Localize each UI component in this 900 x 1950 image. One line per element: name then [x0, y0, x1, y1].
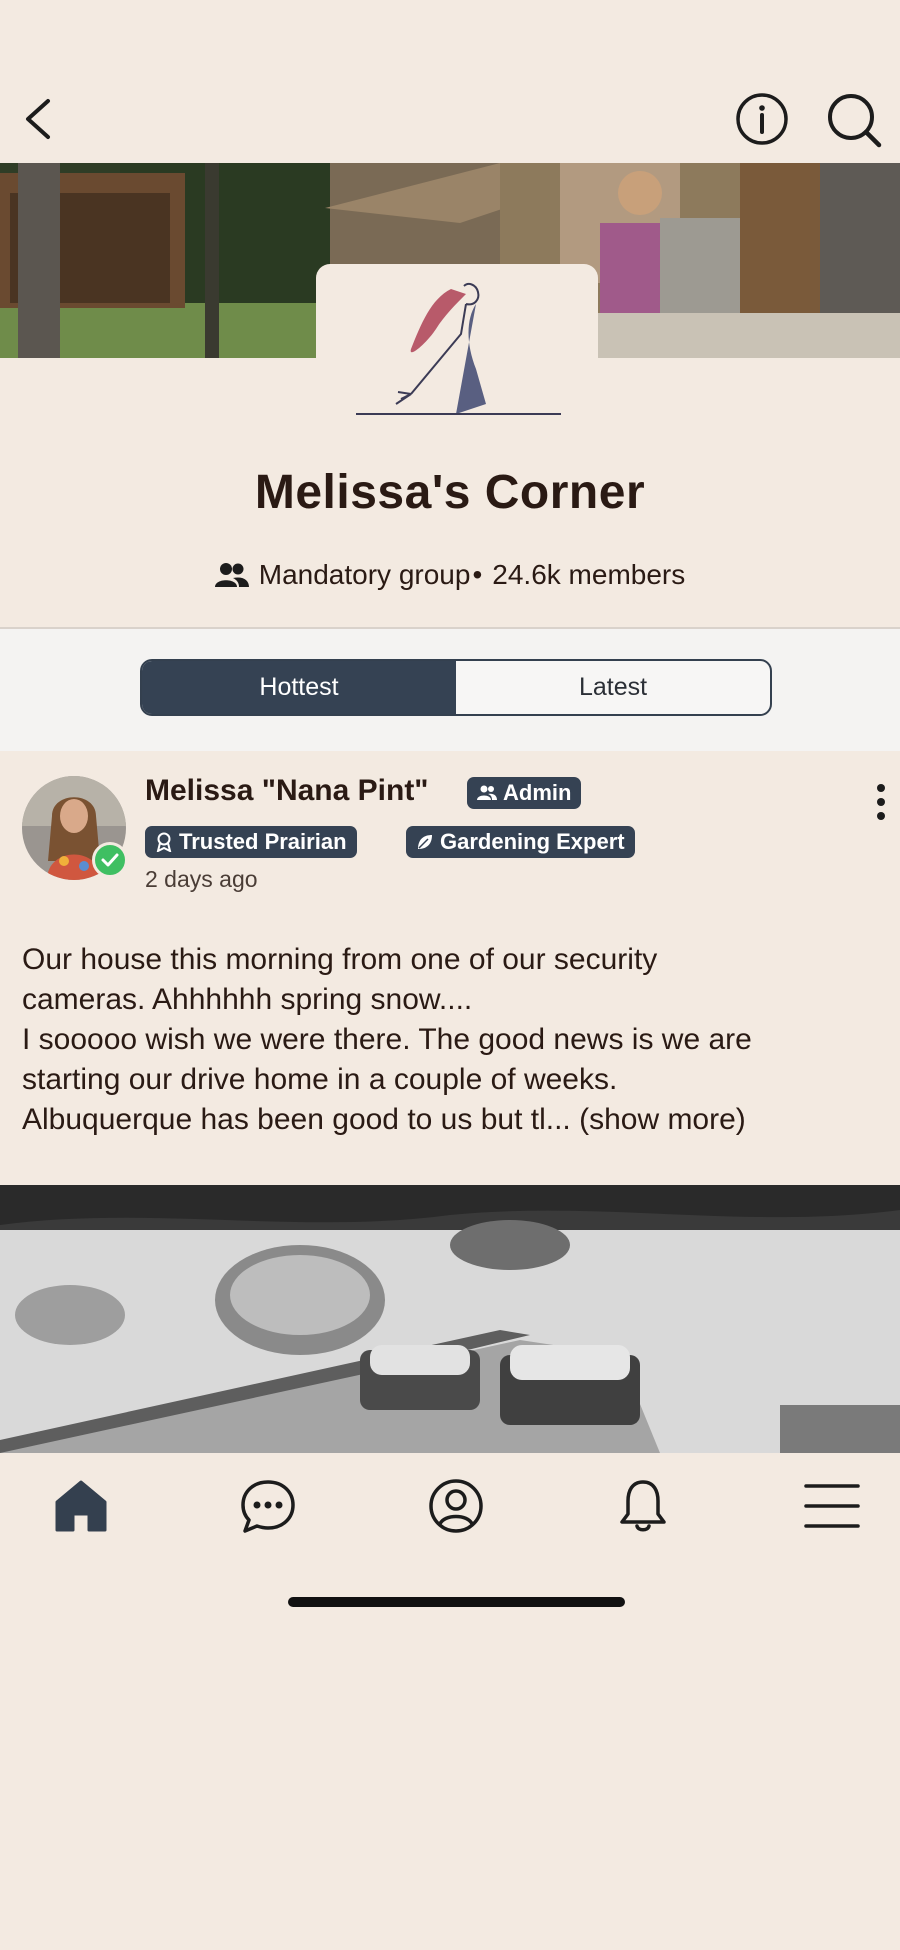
admin-badge-label: Admin — [503, 780, 572, 805]
post-line: I sooooo wish we were there. The good ne… — [22, 1023, 752, 1056]
nav-profile[interactable] — [426, 1476, 486, 1536]
info-button[interactable] — [735, 92, 789, 146]
chevron-left-icon — [26, 99, 50, 139]
nav-menu[interactable] — [802, 1476, 862, 1536]
nav-chat[interactable] — [238, 1476, 298, 1536]
info-icon — [736, 93, 788, 145]
member-count: 24.6k members — [492, 559, 686, 590]
leaf-icon — [418, 835, 432, 849]
menu-icon — [804, 1484, 860, 1528]
checkmark-icon — [101, 853, 119, 867]
group-logo — [316, 264, 598, 429]
gardening-badge-label: Gardening Expert — [440, 829, 625, 854]
meta-separator: • — [472, 559, 483, 590]
post-options-button[interactable] — [872, 782, 890, 822]
more-vertical-icon — [877, 784, 885, 820]
back-button[interactable] — [20, 95, 60, 143]
post-line: Albuquerque has been good to us but tl..… — [22, 1103, 746, 1136]
award-icon — [156, 832, 172, 852]
group-type: Mandatory group — [258, 559, 471, 590]
search-button[interactable] — [826, 92, 884, 150]
chat-icon — [241, 1480, 295, 1533]
verified-badge — [92, 842, 128, 878]
bell-icon — [620, 1480, 666, 1532]
home-icon — [55, 1480, 107, 1532]
post-line: Our house this morning from one of our s… — [22, 943, 658, 976]
post-line: cameras. Ahhhhhh spring snow.... — [22, 983, 473, 1016]
admin-badge: Admin — [467, 777, 582, 809]
post-author[interactable]: Melissa "Nana Pint" — [145, 774, 429, 808]
post-body[interactable]: Our house this morning from one of our s… — [22, 940, 882, 1140]
sort-tabs: Hottest Latest — [140, 659, 772, 716]
post-timestamp: 2 days ago — [145, 866, 258, 892]
nav-notifications[interactable] — [613, 1476, 673, 1536]
members-icon — [214, 563, 249, 587]
group-title: Melissa's Corner — [254, 466, 646, 519]
post-image[interactable] — [0, 1185, 900, 1453]
nav-home[interactable] — [51, 1476, 111, 1536]
trusted-badge-label: Trusted Prairian — [179, 829, 347, 854]
profile-icon — [429, 1479, 483, 1533]
search-icon — [828, 94, 882, 148]
members-icon — [477, 785, 497, 800]
tab-latest[interactable]: Latest — [456, 661, 770, 714]
post-line: starting our drive home in a couple of w… — [22, 1063, 618, 1096]
home-indicator[interactable] — [288, 1597, 625, 1607]
tab-hottest[interactable]: Hottest — [142, 661, 456, 714]
trusted-badge: Trusted Prairian — [145, 826, 357, 858]
group-meta: Mandatory group • 24.6k members — [0, 559, 900, 591]
gardening-badge: Gardening Expert — [406, 826, 635, 858]
